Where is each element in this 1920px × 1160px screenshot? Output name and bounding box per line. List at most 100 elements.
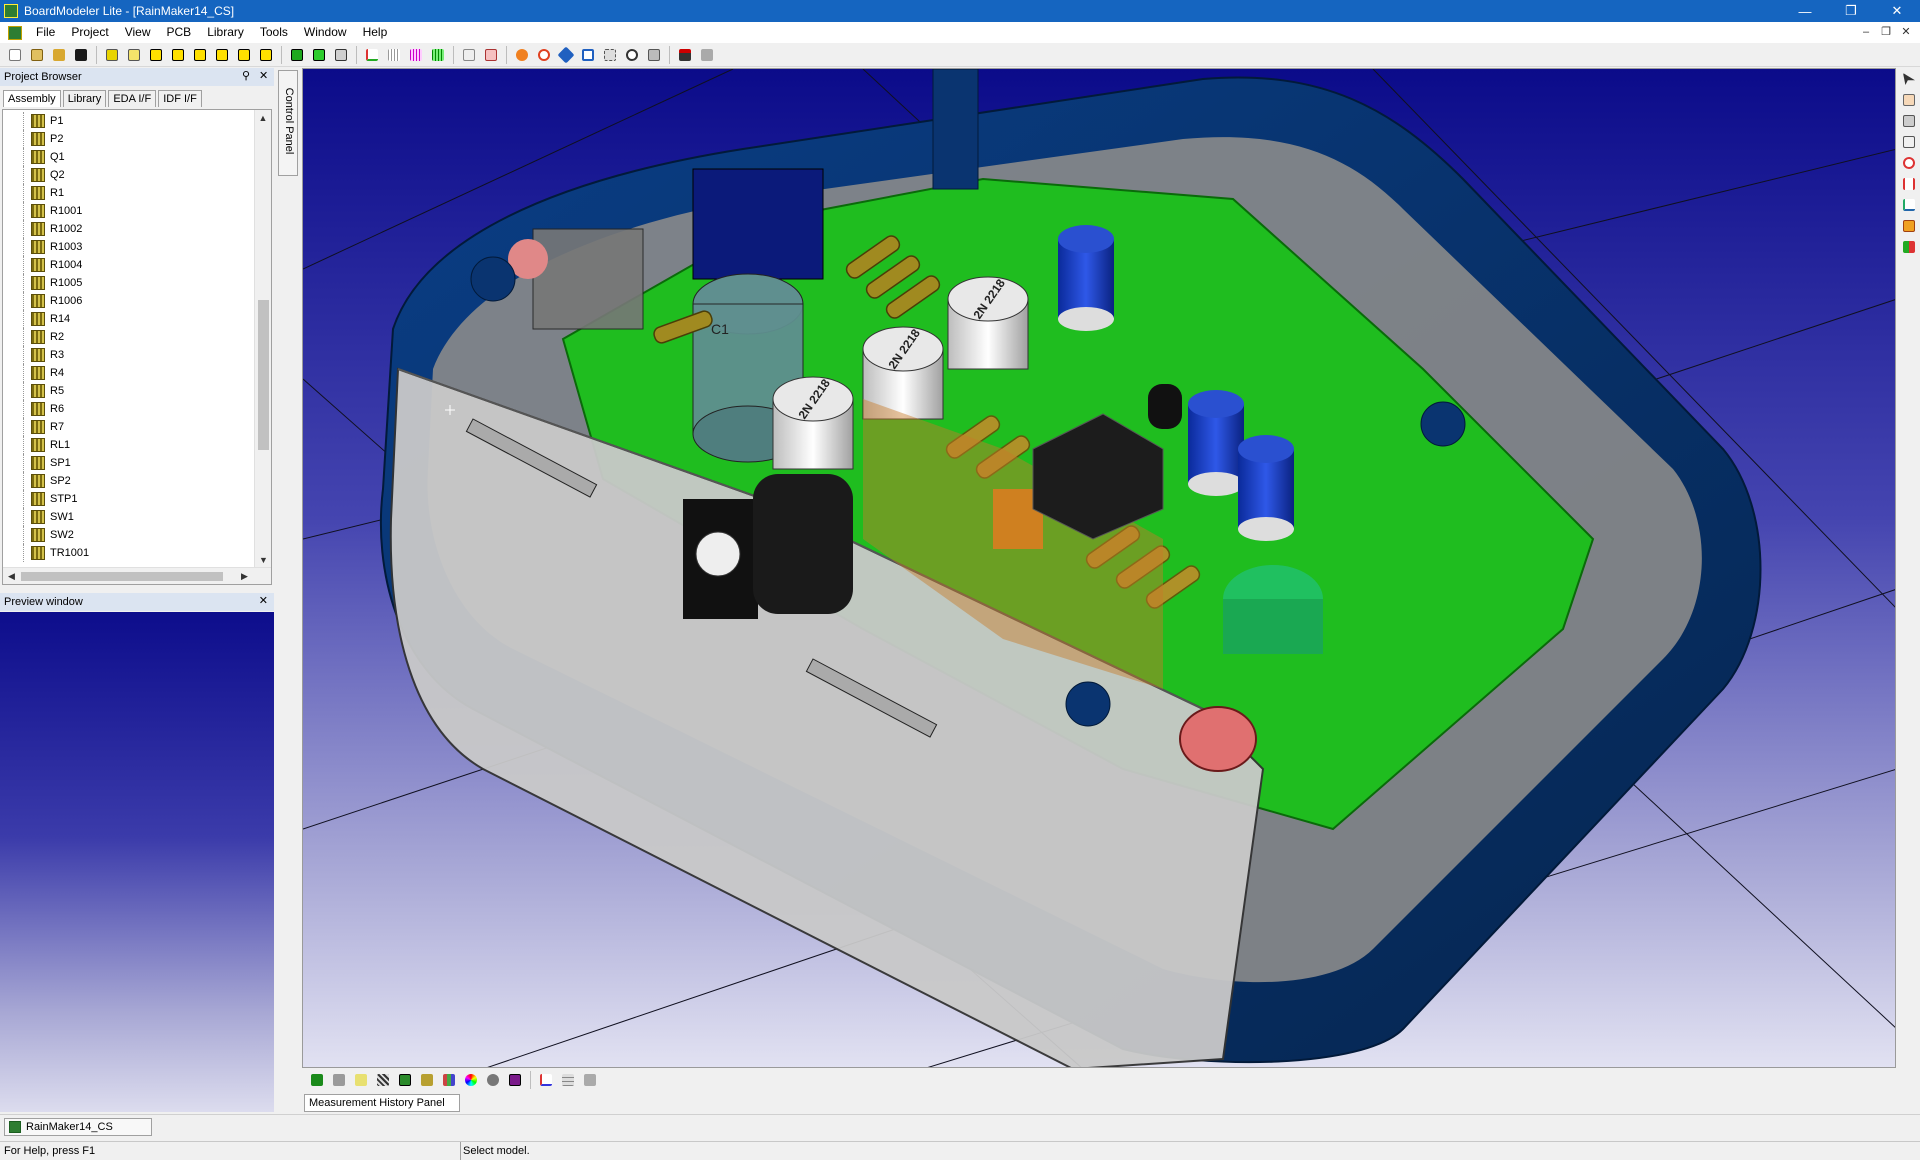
- tree-item[interactable]: R1001: [3, 202, 89, 220]
- scroll-up-icon[interactable]: ▲: [255, 110, 271, 127]
- tree-item[interactable]: Q2: [3, 166, 89, 184]
- capture-icon[interactable]: [482, 46, 500, 64]
- tree-item[interactable]: R1006: [3, 292, 89, 310]
- tab-eda-if[interactable]: EDA I/F: [108, 90, 157, 107]
- component-5-icon[interactable]: [235, 46, 253, 64]
- control-panel-tab[interactable]: Control Panel: [278, 70, 298, 176]
- section-icon[interactable]: [1900, 217, 1918, 235]
- menu-pcb[interactable]: PCB: [159, 22, 200, 43]
- tree-item[interactable]: R1003: [3, 238, 89, 256]
- close-preview-icon[interactable]: ✕: [259, 594, 268, 607]
- tree-vertical-scrollbar[interactable]: ▲ ▼: [254, 110, 271, 569]
- menu-file[interactable]: File: [28, 22, 63, 43]
- select-arrow-icon[interactable]: [1900, 70, 1918, 88]
- open-folder-icon[interactable]: [50, 46, 68, 64]
- menu-help[interactable]: Help: [355, 22, 396, 43]
- 3d-scene[interactable]: C1 2N 2218 2N 2218 2N 2218: [303, 69, 1896, 1068]
- clearance-icon[interactable]: [1900, 133, 1918, 151]
- tree-item[interactable]: R1002: [3, 220, 89, 238]
- rgb-icon[interactable]: [440, 1071, 458, 1089]
- 3d-viewport[interactable]: C1 2N 2218 2N 2218 2N 2218: [302, 68, 1896, 1068]
- tree-item[interactable]: R2: [3, 328, 89, 346]
- tree-item[interactable]: R1: [3, 184, 89, 202]
- mdi-minimize-icon[interactable]: –: [1856, 22, 1876, 43]
- print-preview-icon[interactable]: [698, 46, 716, 64]
- scroll-thumb[interactable]: [21, 572, 223, 581]
- colored-grid-icon[interactable]: [407, 46, 425, 64]
- zoom-dynamic-icon[interactable]: [623, 46, 641, 64]
- settings-icon[interactable]: [484, 1071, 502, 1089]
- layers-icon[interactable]: [332, 46, 350, 64]
- board-outline-icon[interactable]: [125, 46, 143, 64]
- tree-item[interactable]: R5: [3, 382, 89, 400]
- zoom-fit-icon[interactable]: [579, 46, 597, 64]
- menu-tools[interactable]: Tools: [252, 22, 296, 43]
- compare-icon[interactable]: [581, 1071, 599, 1089]
- pan-icon[interactable]: [557, 46, 575, 64]
- tree-item[interactable]: P2: [3, 130, 89, 148]
- print-icon[interactable]: [676, 46, 694, 64]
- new-icon[interactable]: [6, 46, 24, 64]
- menu-library[interactable]: Library: [199, 22, 252, 43]
- component-6-icon[interactable]: [257, 46, 275, 64]
- board-yellow-icon[interactable]: [103, 46, 121, 64]
- document-icon[interactable]: [8, 25, 22, 40]
- open-icon[interactable]: [28, 46, 46, 64]
- purple-box-icon[interactable]: [506, 1071, 524, 1089]
- angle-icon[interactable]: [1900, 196, 1918, 214]
- tree-item[interactable]: R1005: [3, 274, 89, 292]
- tree-item[interactable]: R6: [3, 400, 89, 418]
- grid-icon[interactable]: [385, 46, 403, 64]
- assembly-tree[interactable]: P1 P2 Q1 Q2 R1 R1001 R1002 R1003 R1004 R1005 R1006…: [2, 109, 272, 585]
- tree-item[interactable]: RL1: [3, 436, 89, 454]
- document-tab[interactable]: RainMaker14_CS: [4, 1118, 152, 1136]
- orbit-icon[interactable]: [535, 46, 553, 64]
- tree-item[interactable]: R4: [3, 364, 89, 382]
- green-cube-icon[interactable]: [310, 46, 328, 64]
- save-icon[interactable]: [72, 46, 90, 64]
- measure-icon[interactable]: [1900, 112, 1918, 130]
- tree-item[interactable]: R7: [3, 418, 89, 436]
- component-3-icon[interactable]: [191, 46, 209, 64]
- pin-icon[interactable]: ⚲: [242, 69, 250, 82]
- green-board-icon[interactable]: [288, 46, 306, 64]
- tab-idf-if[interactable]: IDF I/F: [158, 90, 202, 107]
- minimize-icon[interactable]: —: [1782, 0, 1828, 22]
- tree-item[interactable]: R14: [3, 310, 89, 328]
- axis-icon[interactable]: [537, 1071, 555, 1089]
- tree-item[interactable]: SP2: [3, 472, 89, 490]
- tree-item[interactable]: Q1: [3, 148, 89, 166]
- tab-assembly[interactable]: Assembly: [3, 90, 61, 107]
- menu-window[interactable]: Window: [296, 22, 355, 43]
- component-2-icon[interactable]: [169, 46, 187, 64]
- scroll-left-icon[interactable]: ◀: [8, 568, 15, 584]
- menu-project[interactable]: Project: [63, 22, 116, 43]
- menu-view[interactable]: View: [117, 22, 159, 43]
- component-1-icon[interactable]: [147, 46, 165, 64]
- hand-icon[interactable]: [1900, 91, 1918, 109]
- top-view-icon[interactable]: [330, 1071, 348, 1089]
- color-wheel-icon[interactable]: [462, 1071, 480, 1089]
- axes-icon[interactable]: [363, 46, 381, 64]
- tree-item[interactable]: STP1: [3, 490, 89, 508]
- orange-rotate-icon[interactable]: [513, 46, 531, 64]
- close-icon[interactable]: ✕: [1874, 0, 1920, 22]
- export-icon[interactable]: [645, 46, 663, 64]
- pattern-icon[interactable]: [374, 1071, 392, 1089]
- component-4-icon[interactable]: [213, 46, 231, 64]
- tree-item[interactable]: P1: [3, 112, 89, 130]
- tree-item[interactable]: TR1001: [3, 544, 89, 562]
- green-grid-icon[interactable]: [429, 46, 447, 64]
- measurement-history-tab[interactable]: Measurement History Panel: [304, 1094, 460, 1112]
- zoom-window-icon[interactable]: [601, 46, 619, 64]
- scroll-right-icon[interactable]: ▶: [241, 568, 248, 584]
- tree-item[interactable]: SW2: [3, 526, 89, 544]
- color-check-icon[interactable]: [1900, 238, 1918, 256]
- component-view-icon[interactable]: [396, 1071, 414, 1089]
- lib-view-icon[interactable]: [418, 1071, 436, 1089]
- close-panel-icon[interactable]: ✕: [259, 69, 268, 82]
- tree-item[interactable]: R1004: [3, 256, 89, 274]
- collision-icon[interactable]: [1900, 154, 1918, 172]
- scroll-thumb[interactable]: [258, 300, 269, 450]
- tree-item[interactable]: SW1: [3, 508, 89, 526]
